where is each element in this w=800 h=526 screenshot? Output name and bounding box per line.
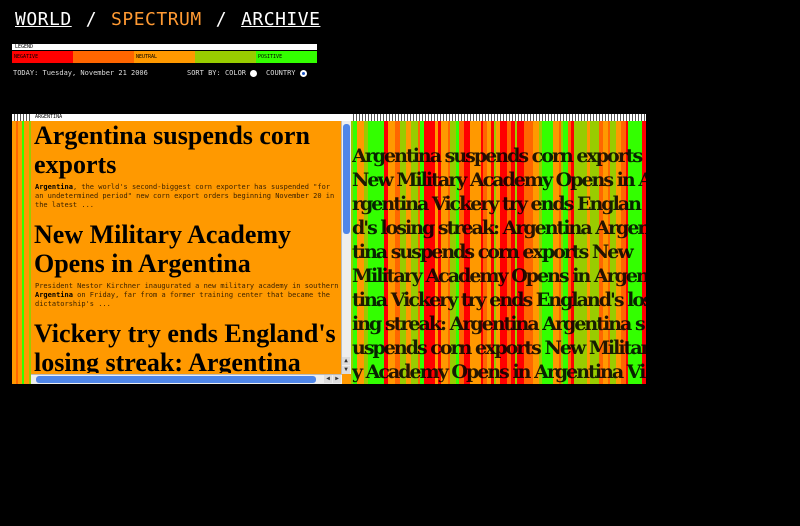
sort-country-label: COUNTRY (266, 69, 296, 77)
legend-color-scale: NEGATIVE NEUTRAL POSITIVE (12, 51, 317, 63)
nav-world-link[interactable]: WORLD (15, 9, 72, 30)
legend: LEGEND NEGATIVE NEUTRAL POSITIVE (12, 44, 317, 64)
article-headline[interactable]: Vickery try ends England's losing streak… (34, 319, 339, 373)
country-news-panel: ARGENTINA Argentina suspends corn export… (31, 114, 351, 384)
legend-segment (195, 51, 256, 63)
horizontal-scrollbar[interactable]: ◀ ▶ (31, 374, 342, 384)
legend-segment (73, 51, 134, 63)
nav-separator: / (85, 9, 98, 30)
article: Argentina suspends corn exports Argentin… (34, 121, 339, 210)
article-snippet: Argentina, the world's second-biggest co… (35, 183, 339, 210)
scroll-down-arrow-icon[interactable]: ▼ (342, 366, 350, 374)
article-list: Argentina suspends corn exports Argentin… (34, 121, 339, 373)
article-keyword: Argentina (35, 291, 73, 299)
article: Vickery try ends England's losing streak… (34, 319, 339, 373)
scroll-right-arrow-icon[interactable]: ▶ (333, 375, 341, 383)
horizontal-scroll-thumb[interactable] (36, 376, 316, 383)
sort-color-radio[interactable] (250, 69, 258, 77)
article-snippet: President Nestor Kirchner inaugurated a … (35, 282, 339, 309)
vertical-scroll-thumb[interactable] (343, 124, 350, 234)
main-nav: WORLD / SPECTRUM / ARCHIVE (15, 9, 320, 30)
article-snippet-text: on Friday, far from a former training ce… (35, 291, 331, 308)
nav-separator: / (215, 9, 228, 30)
vertical-scrollbar[interactable]: ▲ ▼ (341, 121, 351, 374)
nav-archive-link[interactable]: ARCHIVE (241, 9, 320, 30)
nav-spectrum-current: SPECTRUM (111, 9, 202, 30)
article-snippet-pre: President Nestor Kirchner inaugurated a … (35, 282, 339, 290)
article: New Military Academy Opens in Argentina … (34, 220, 339, 309)
scroll-left-arrow-icon[interactable]: ◀ (324, 375, 332, 383)
panel-country-name: ARGENTINA (31, 114, 351, 121)
spectrum-overlapping-headlines: Argentina suspends corn exports New Mili… (352, 145, 646, 383)
scroll-up-arrow-icon[interactable]: ▲ (342, 357, 350, 365)
legend-segment: NEUTRAL (134, 51, 195, 63)
sort-color-label: COLOR (224, 69, 247, 77)
legend-title: LEGEND (12, 44, 317, 50)
article-headline[interactable]: New Military Academy Opens in Argentina (34, 220, 339, 278)
legend-segment: NEGATIVE (12, 51, 73, 63)
article-headline[interactable]: Argentina suspends corn exports (34, 121, 339, 179)
sort-label: SORT BY: (187, 69, 221, 77)
sort-country-radio[interactable] (299, 69, 307, 77)
legend-segment: POSITIVE (256, 51, 317, 63)
sort-controls: SORT BY: COLOR COUNTRY (187, 69, 316, 77)
article-snippet-text: , the world's second-biggest corn export… (35, 183, 335, 209)
today-date: TODAY: Tuesday, November 21 2006 (13, 69, 148, 77)
article-keyword: Argentina (35, 183, 73, 191)
